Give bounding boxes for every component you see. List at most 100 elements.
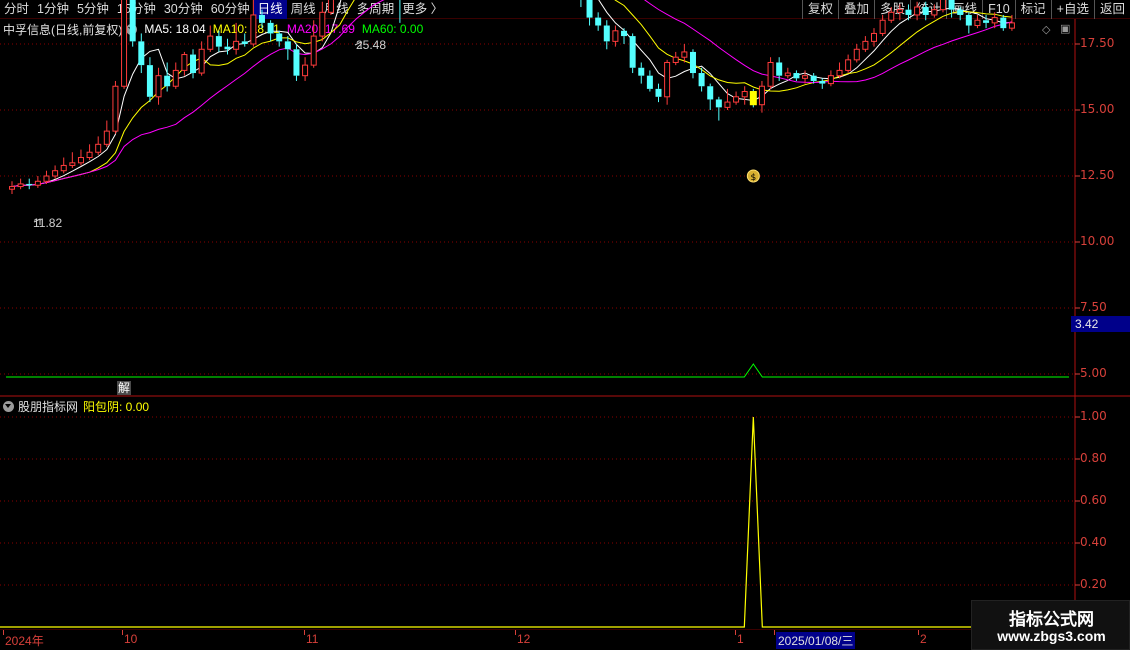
candle-body-down [284, 41, 291, 50]
candle [155, 67, 162, 105]
low-price-marker: 11.82 [33, 216, 63, 230]
period-tabs: 分时 1分钟 5分钟 15分钟 30分钟 60分钟 日线 周线 月线 多周期 更多 〉 [0, 0, 447, 19]
ma5-label: MA5: 18.04 [144, 22, 206, 36]
mark-badge[interactable]: 解 [117, 381, 131, 395]
period-tab-8[interactable]: 月线 [320, 0, 353, 19]
candle-body-down [190, 54, 197, 74]
candle [17, 178, 24, 190]
price-header: 中孚信息(日线,前复权) MA5: 18.04 MA10: 18.11 MA20… [0, 20, 1075, 38]
date-tick-2 [304, 630, 305, 635]
candle-body-down [715, 99, 722, 108]
toolbar-button-0[interactable]: 复权 [802, 0, 838, 19]
date-tick-5 [774, 630, 775, 635]
toolbar-button-6[interactable]: 标记 [1014, 0, 1051, 19]
price-axis-label-3: 17.50 [1080, 36, 1115, 50]
high-price-marker: 25.48 [356, 38, 387, 52]
candle [793, 70, 800, 81]
candle-body-up [802, 75, 809, 79]
indicator-axis-label-1: 0.80 [1080, 451, 1107, 465]
date-label-2: 11 [306, 632, 319, 646]
candle-body-up [845, 59, 852, 71]
toolbar-button-5[interactable]: F10 [982, 0, 1015, 19]
candle [77, 149, 84, 166]
date-tick-3 [515, 630, 516, 635]
candle [26, 178, 33, 190]
candle [103, 120, 110, 147]
candle-body-down [793, 73, 800, 79]
period-tab-0[interactable]: 分时 [0, 0, 33, 19]
collapse-icon[interactable] [126, 23, 138, 35]
toolbar: 分时 1分钟 5分钟 15分钟 30分钟 60分钟 日线 周线 月线 多周期 更多 〉 复权 叠加 多股… [0, 0, 1130, 19]
period-tab-5[interactable]: 60分钟 [207, 0, 254, 19]
period-tab-10[interactable]: 更多 〉 [398, 0, 447, 19]
window-icon[interactable]: ▣ [1060, 22, 1070, 35]
toolbar-button-2[interactable]: 多股 [874, 0, 910, 19]
coin-icon-glyph: $ [750, 173, 756, 183]
indicator-collapse-icon[interactable] [3, 400, 14, 412]
kline-chart[interactable]: $ [0, 0, 1130, 650]
candle [284, 36, 291, 60]
candle-body-signal [749, 91, 757, 106]
period-tab-2[interactable]: 5分钟 [73, 0, 113, 19]
candle-body-down [646, 75, 653, 89]
candle [767, 57, 774, 89]
candle-body-up [172, 69, 179, 87]
diamond-icon[interactable]: ◇ [1042, 23, 1050, 36]
toolbar-button-1[interactable]: 叠加 [838, 0, 874, 19]
candle [164, 62, 171, 92]
date-label-0: 2024年 [5, 634, 44, 648]
candle-body-up [86, 151, 93, 159]
candle-body-up [672, 56, 679, 63]
candle [802, 70, 809, 84]
candle [190, 49, 197, 79]
candle-body-down [629, 36, 636, 68]
candle [138, 33, 145, 74]
candle-body-down [164, 75, 171, 87]
price-axis-label-6: 10.00 [1080, 234, 1115, 248]
candle [741, 86, 748, 105]
candle [172, 62, 179, 89]
ma60-signal-line [6, 363, 1069, 378]
candle-body-down [293, 49, 300, 76]
watermark-title: 指标公式网 [1009, 610, 1094, 629]
toolbar-buttons: 复权 叠加 多股 统计 画线 F10 标记 +自选 返回 [802, 0, 1130, 19]
candle [60, 157, 67, 174]
stock-title: 中孚信息(日线,前复权) [3, 22, 123, 37]
indicator-title: 股朋指标网 [18, 399, 79, 414]
period-tab-4[interactable]: 30分钟 [160, 0, 207, 19]
period-tab-6[interactable]: 日线 [253, 0, 287, 19]
candle-body-down [138, 41, 145, 66]
candle-body-up [302, 64, 309, 77]
date-label-4: 1 [737, 632, 744, 646]
toolbar-button-3[interactable]: 统计 [910, 0, 946, 19]
candle-body-up [784, 72, 791, 77]
candle-body-down [655, 88, 662, 97]
ma20-label: MA20: 17.69 [286, 22, 355, 36]
candle-body-up [155, 75, 162, 98]
candle [95, 136, 102, 155]
period-tab-3[interactable]: 15分钟 [113, 0, 160, 19]
candle [707, 83, 714, 110]
period-tab-7[interactable]: 周线 [287, 0, 320, 19]
candle [672, 51, 679, 66]
candle [715, 96, 722, 121]
period-tab-1[interactable]: 1分钟 [33, 0, 73, 19]
candle [733, 91, 740, 105]
indicator-header: 股朋指标网 阳包阴: 0.00 [0, 398, 149, 414]
indicator-axis-label-2: 0.60 [1080, 493, 1107, 507]
candle [827, 70, 834, 87]
period-tab-9[interactable]: 多周期 [353, 0, 399, 19]
candle-body-up [17, 183, 24, 188]
candle-body-up [733, 96, 740, 103]
indicator-line [0, 416, 1069, 628]
date-label-6: 2 [920, 632, 927, 646]
candle [43, 170, 50, 184]
watermark-url: www.zbgs3.com [997, 628, 1106, 644]
toolbar-button-7[interactable]: +自选 [1050, 0, 1094, 19]
candle-body-up [724, 101, 731, 108]
candle [629, 33, 636, 74]
candle-body-up [95, 143, 102, 153]
toolbar-button-8[interactable]: 返回 [1093, 0, 1130, 19]
toolbar-button-4[interactable]: 画线 [946, 0, 982, 19]
date-label-1: 10 [124, 632, 138, 646]
